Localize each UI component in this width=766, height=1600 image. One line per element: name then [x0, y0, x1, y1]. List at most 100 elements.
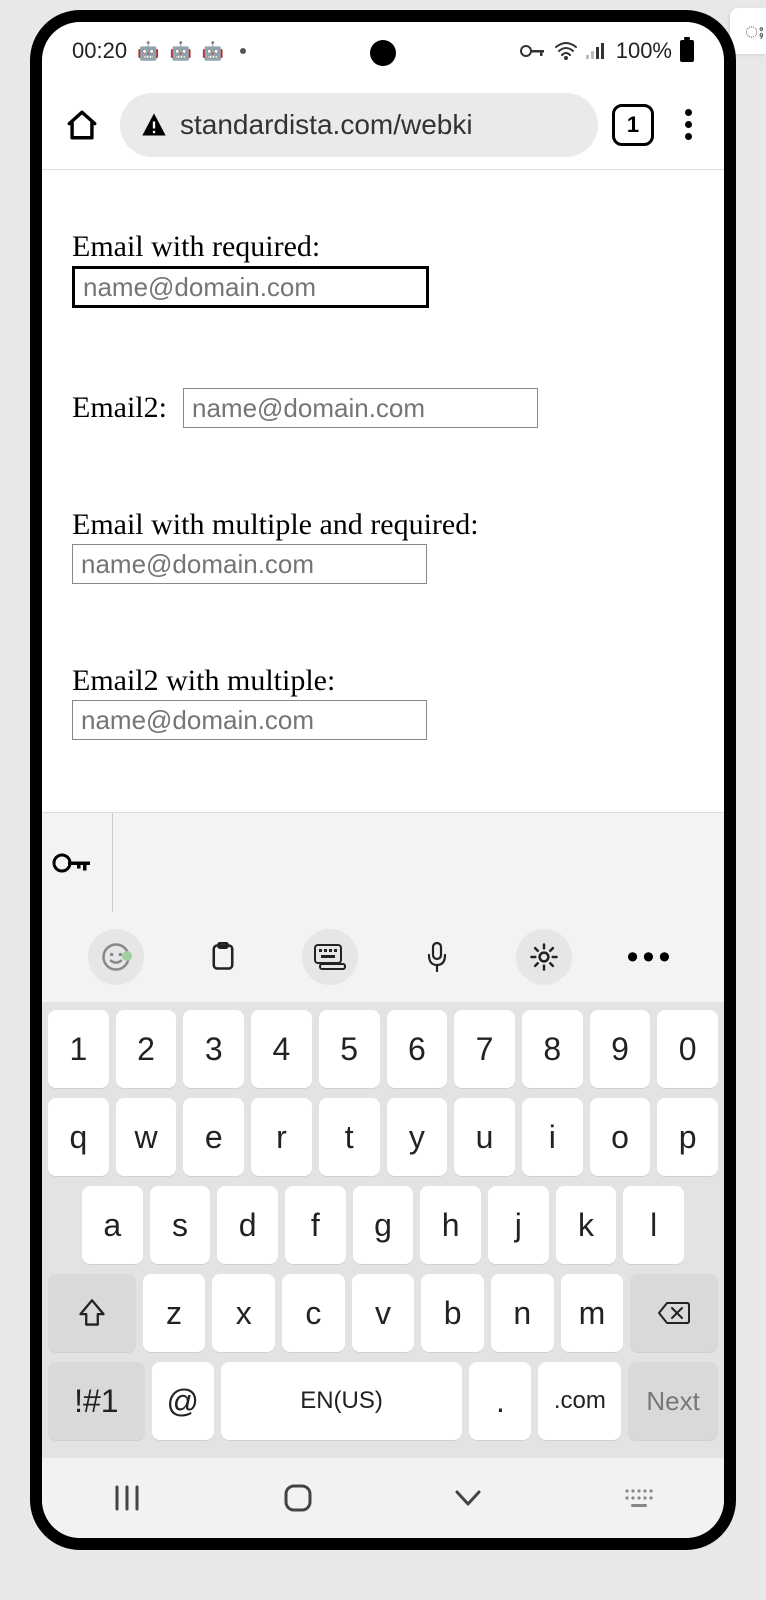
keyboard-row-asdf: asdfghjkl: [48, 1186, 718, 1264]
key-s[interactable]: s: [150, 1186, 211, 1264]
notification-icon: 🤖: [202, 41, 224, 62]
period-key[interactable]: .: [469, 1362, 531, 1440]
home-nav-button[interactable]: [273, 1483, 323, 1513]
key-v[interactable]: v: [352, 1274, 415, 1352]
key-8[interactable]: 8: [522, 1010, 583, 1088]
wifi-icon: [554, 41, 578, 61]
url-bar[interactable]: standardista.com/webki: [120, 93, 598, 157]
key-d[interactable]: d: [217, 1186, 278, 1264]
tabs-button[interactable]: 1: [612, 104, 654, 146]
dotcom-key[interactable]: .com: [538, 1362, 621, 1440]
tabs-count: 1: [627, 112, 639, 138]
key-n[interactable]: n: [491, 1274, 554, 1352]
key-j[interactable]: j: [488, 1186, 549, 1264]
field-label: Email with required:: [72, 230, 320, 263]
key-6[interactable]: 6: [387, 1010, 448, 1088]
notification-icon: 🤖: [169, 41, 191, 62]
settings-button[interactable]: [516, 929, 572, 985]
key-c[interactable]: c: [282, 1274, 345, 1352]
key-u[interactable]: u: [454, 1098, 515, 1176]
screenshot-crop-icon: �ႈ: [730, 8, 766, 54]
home-button[interactable]: [58, 101, 106, 149]
keyboard-autofill-strip: [42, 812, 724, 912]
key-q[interactable]: q: [48, 1098, 109, 1176]
space-key[interactable]: EN(US): [221, 1362, 463, 1440]
email2-multiple-input[interactable]: [72, 700, 427, 740]
key-x[interactable]: x: [212, 1274, 275, 1352]
email2-input[interactable]: [183, 388, 538, 428]
key-y[interactable]: y: [387, 1098, 448, 1176]
android-nav-bar: [42, 1458, 724, 1538]
key-p[interactable]: p: [657, 1098, 718, 1176]
back-nav-button[interactable]: [443, 1488, 493, 1508]
key-b[interactable]: b: [421, 1274, 484, 1352]
voice-input-button[interactable]: [409, 929, 465, 985]
key-2[interactable]: 2: [116, 1010, 177, 1088]
signal-icon: [586, 41, 608, 61]
key-3[interactable]: 3: [183, 1010, 244, 1088]
keyboard-row-numbers: 1234567890: [48, 1010, 718, 1088]
emoji-button[interactable]: [88, 929, 144, 985]
key-l[interactable]: l: [623, 1186, 684, 1264]
email-required-input[interactable]: [72, 266, 429, 308]
shift-key[interactable]: [48, 1274, 136, 1352]
keyboard-switch-button[interactable]: [614, 1487, 664, 1509]
notification-dot-icon: [122, 951, 132, 961]
battery-icon: [680, 40, 694, 62]
more-button[interactable]: •••: [623, 929, 679, 985]
key-h[interactable]: h: [420, 1186, 481, 1264]
key-w[interactable]: w: [116, 1098, 177, 1176]
key-7[interactable]: 7: [454, 1010, 515, 1088]
key-m[interactable]: m: [561, 1274, 624, 1352]
form-field-email-required: Email with required:: [72, 230, 694, 308]
divider: [112, 813, 113, 913]
browser-toolbar: standardista.com/webki 1: [42, 80, 724, 170]
keyboard-mode-button[interactable]: [302, 929, 358, 985]
keyboard-row-zxcv: zxcvbnm: [48, 1274, 718, 1352]
clipboard-button[interactable]: [195, 929, 251, 985]
symbols-key[interactable]: !#1: [48, 1362, 145, 1440]
email-multiple-required-input[interactable]: [72, 544, 427, 584]
key-r[interactable]: r: [251, 1098, 312, 1176]
overflow-menu-button[interactable]: [668, 109, 708, 140]
status-time: 00:20: [72, 38, 127, 64]
form-field-email2-multiple: Email2 with multiple:: [72, 664, 694, 740]
password-key-icon[interactable]: [52, 850, 92, 876]
key-9[interactable]: 9: [590, 1010, 651, 1088]
keyboard-row-qwerty: qwertyuiop: [48, 1098, 718, 1176]
backspace-key[interactable]: [630, 1274, 718, 1352]
key-e[interactable]: e: [183, 1098, 244, 1176]
key-4[interactable]: 4: [251, 1010, 312, 1088]
webpage-content[interactable]: Email with required: Email2: Email with …: [42, 170, 724, 770]
form-field-email2: Email2:: [72, 388, 694, 428]
insecure-site-icon: [140, 111, 168, 139]
key-5[interactable]: 5: [319, 1010, 380, 1088]
notification-more-icon: [240, 48, 246, 54]
key-f[interactable]: f: [285, 1186, 346, 1264]
url-text: standardista.com/webki: [180, 109, 473, 141]
phone-screen: 00:20 🤖 🤖 🤖 100%: [42, 22, 724, 1538]
front-camera: [370, 40, 396, 66]
key-o[interactable]: o: [590, 1098, 651, 1176]
vpn-key-icon: [520, 42, 546, 60]
key-g[interactable]: g: [353, 1186, 414, 1264]
notification-icon: 🤖: [137, 41, 159, 62]
battery-percent: 100%: [616, 38, 672, 64]
key-z[interactable]: z: [143, 1274, 206, 1352]
key-1[interactable]: 1: [48, 1010, 109, 1088]
key-k[interactable]: k: [556, 1186, 617, 1264]
field-label: Email with multiple and required:: [72, 508, 479, 541]
keyboard-toolbar: •••: [42, 912, 724, 1002]
key-a[interactable]: a: [82, 1186, 143, 1264]
soft-keyboard: 1234567890 qwertyuiop asdfghjkl zxcvbnm …: [42, 1002, 724, 1458]
ime-action-key[interactable]: Next: [628, 1362, 718, 1440]
key-i[interactable]: i: [522, 1098, 583, 1176]
phone-frame: 00:20 🤖 🤖 🤖 100%: [30, 10, 736, 1550]
at-key[interactable]: @: [152, 1362, 214, 1440]
key-t[interactable]: t: [319, 1098, 380, 1176]
keyboard-row-bottom: !#1 @ EN(US) . .com Next: [48, 1362, 718, 1440]
form-field-email-multiple-required: Email with multiple and required:: [72, 508, 694, 584]
key-0[interactable]: 0: [657, 1010, 718, 1088]
field-label: Email2 with multiple:: [72, 664, 335, 697]
recents-button[interactable]: [102, 1485, 152, 1511]
